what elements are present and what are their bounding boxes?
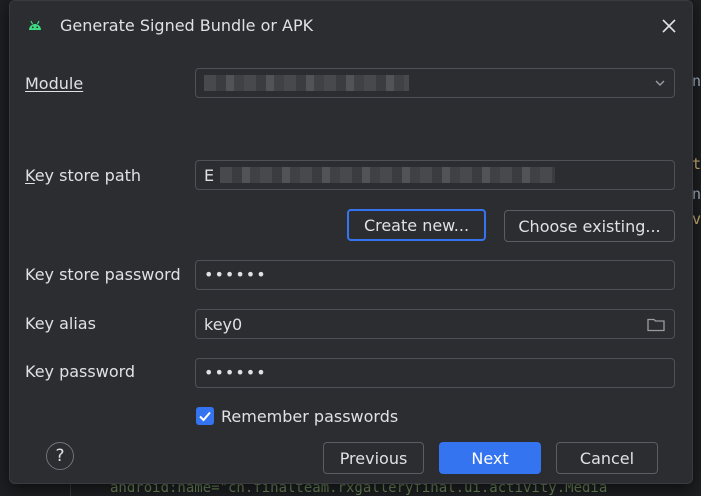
module-select[interactable] <box>195 68 675 98</box>
help-icon: ? <box>55 446 65 466</box>
cancel-button[interactable]: Cancel <box>556 442 658 474</box>
editor-snippet: v <box>691 210 701 228</box>
signed-bundle-dialog: Generate Signed Bundle or APK Module Key… <box>9 0 693 484</box>
keystore-password-value: •••••• <box>204 265 267 284</box>
previous-label: Previous <box>339 448 408 468</box>
chevron-down-icon <box>655 80 665 86</box>
keystore-path-label: Key store path <box>25 166 142 185</box>
editor-snippet: n <box>691 185 701 203</box>
keystore-path-value: E <box>204 166 215 185</box>
keystore-path-input[interactable]: E <box>195 160 675 190</box>
module-label-text: Module <box>25 74 84 93</box>
next-label: Next <box>471 448 509 468</box>
key-alias-input[interactable]: key0 <box>195 309 675 339</box>
key-alias-label: Key alias <box>25 314 96 333</box>
editor-snippet: n <box>691 72 701 90</box>
create-new-button[interactable]: Create new... <box>347 209 486 241</box>
next-button[interactable]: Next <box>439 442 541 474</box>
folder-icon[interactable] <box>647 317 665 332</box>
editor-snippet: t <box>691 155 701 173</box>
previous-button[interactable]: Previous <box>323 442 424 474</box>
key-alias-value: key0 <box>204 315 243 334</box>
key-password-input[interactable]: •••••• <box>195 358 675 388</box>
remember-passwords-label: Remember passwords <box>221 407 399 426</box>
redacted-path <box>220 167 555 183</box>
create-new-label: Create new... <box>363 215 470 235</box>
keystore-path-label-text: ey store path <box>34 166 142 185</box>
cancel-label: Cancel <box>579 448 635 468</box>
dialog-titlebar: Generate Signed Bundle or APK <box>10 1 692 51</box>
key-password-value: •••••• <box>204 363 267 382</box>
choose-existing-button[interactable]: Choose existing... <box>504 210 675 242</box>
keystore-password-input[interactable]: •••••• <box>195 260 675 290</box>
check-icon <box>199 411 211 422</box>
remember-passwords-checkbox[interactable] <box>196 407 214 425</box>
help-button[interactable]: ? <box>46 442 74 470</box>
keystore-password-label: Key store password <box>25 265 181 284</box>
redacted-module <box>204 75 409 91</box>
choose-existing-label: Choose existing... <box>518 216 661 236</box>
key-password-label: Key password <box>25 362 136 381</box>
android-icon <box>29 20 41 30</box>
module-label: Module <box>25 74 83 93</box>
dialog-title: Generate Signed Bundle or APK <box>60 16 314 35</box>
close-icon[interactable] <box>660 17 678 35</box>
